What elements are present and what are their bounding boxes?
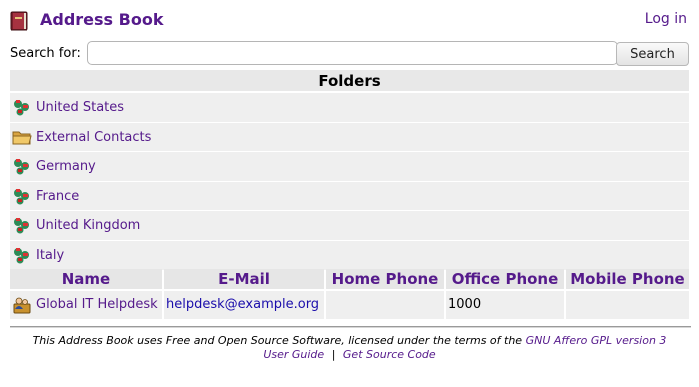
app-title: Address Book	[40, 10, 164, 29]
mobile-phone-cell	[566, 291, 689, 319]
folder-item-united-kingdom[interactable]: United Kingdom	[10, 210, 689, 240]
contact-email-link[interactable]: helpdesk@example.org	[164, 291, 324, 319]
office-phone-cell: 1000	[446, 291, 564, 319]
search-label: Search for:	[10, 46, 81, 61]
name-cell: Global IT Helpdesk	[10, 291, 162, 319]
search-input[interactable]	[87, 41, 618, 65]
header: Address Book Log in	[8, 8, 691, 32]
world-contacts-icon	[14, 100, 29, 116]
folders-panel: Folders United States External Contacts	[10, 70, 689, 270]
address-book-page: Address Book Log in Search for: Search F…	[0, 0, 699, 387]
folder-item-france[interactable]: France	[10, 180, 689, 211]
folder-item-italy[interactable]: Italy	[10, 239, 689, 270]
world-contacts-icon	[14, 188, 29, 205]
folders-heading: Folders	[10, 70, 689, 92]
footer-divider	[10, 326, 691, 328]
contacts-table: Name E-Mail Home Phone Office Phone Mobi…	[10, 269, 689, 319]
footer-text: This Address Book uses Free and Open Sou…	[32, 334, 523, 347]
column-header-office-phone[interactable]: Office Phone	[446, 269, 564, 289]
column-header-email[interactable]: E-Mail	[164, 269, 324, 289]
column-header-name[interactable]: Name	[10, 269, 162, 289]
folder-label[interactable]: External Contacts	[36, 130, 151, 145]
table-row: Global IT Helpdesk helpdesk@example.org …	[10, 291, 689, 319]
folder-label[interactable]: Germany	[36, 159, 96, 174]
footer-links-line: User Guide | Get Source Code	[10, 348, 689, 362]
license-link[interactable]: GNU Affero GPL version 3	[526, 334, 667, 347]
folder-item-united-states[interactable]: United States	[10, 92, 689, 122]
home-phone-cell	[326, 291, 444, 319]
footer-license-line: This Address Book uses Free and Open Sou…	[10, 334, 689, 348]
folder-label[interactable]: France	[36, 189, 79, 204]
column-header-home-phone[interactable]: Home Phone	[326, 269, 444, 289]
contacts-header-row: Name E-Mail Home Phone Office Phone Mobi…	[10, 269, 689, 289]
footer: This Address Book uses Free and Open Sou…	[10, 334, 689, 362]
folder-item-external-contacts[interactable]: External Contacts	[10, 121, 689, 152]
folder-label[interactable]: Italy	[36, 248, 64, 263]
folder-label[interactable]: United Kingdom	[36, 218, 140, 233]
folder-label[interactable]: United States	[36, 100, 124, 115]
world-contacts-icon	[14, 218, 29, 234]
footer-separator: |	[331, 348, 336, 361]
group-contact-icon	[13, 297, 31, 314]
contact-name-link[interactable]: Global IT Helpdesk	[36, 291, 158, 319]
address-book-icon	[10, 11, 28, 31]
search-button[interactable]: Search	[616, 42, 689, 66]
get-source-code-link[interactable]: Get Source Code	[343, 348, 436, 361]
search-bar: Search for: Search	[10, 40, 689, 66]
column-header-mobile-phone[interactable]: Mobile Phone	[566, 269, 689, 289]
folder-icon	[12, 131, 32, 145]
user-guide-link[interactable]: User Guide	[263, 348, 324, 361]
world-contacts-icon	[14, 247, 29, 264]
login-link[interactable]: Log in	[645, 11, 687, 27]
folder-item-germany[interactable]: Germany	[10, 151, 689, 181]
world-contacts-icon	[14, 159, 29, 175]
